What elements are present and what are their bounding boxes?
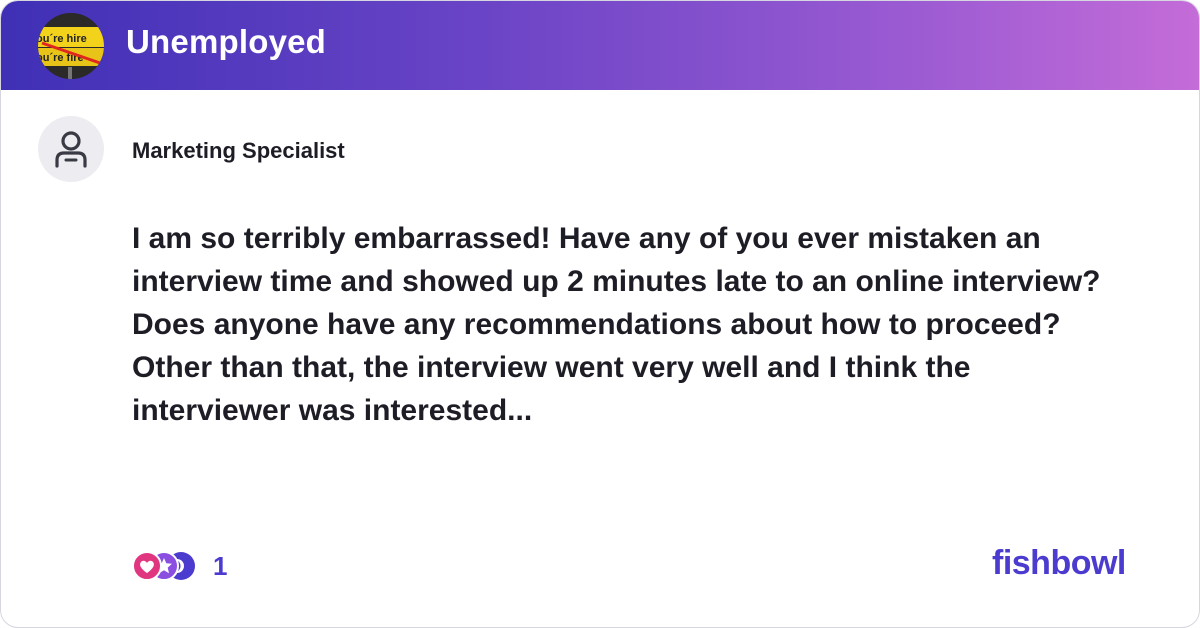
reaction-count: 1 — [213, 550, 228, 581]
bowl-name[interactable]: Unemployed — [126, 23, 326, 61]
author-avatar[interactable] — [38, 116, 104, 182]
bowl-header: ou´re hire ou´re fire Unemployed — [1, 1, 1199, 90]
fishbowl-logo[interactable]: fishbowl — [992, 544, 1126, 583]
user-icon — [55, 131, 87, 168]
heart-reaction-icon — [132, 551, 162, 581]
bowl-avatar-image: ou´re hire ou´re fire — [38, 13, 104, 79]
post-body[interactable]: I am so terribly embarrassed! Have any o… — [132, 217, 1132, 432]
author-title: Marketing Specialist — [132, 138, 345, 163]
post-card[interactable]: ou´re hire ou´re fire Unemployed Marketi… — [0, 0, 1200, 628]
reaction-icons — [132, 551, 195, 581]
bowl-avatar[interactable]: ou´re hire ou´re fire — [38, 13, 104, 79]
reactions-bar[interactable]: 1 — [131, 549, 227, 583]
